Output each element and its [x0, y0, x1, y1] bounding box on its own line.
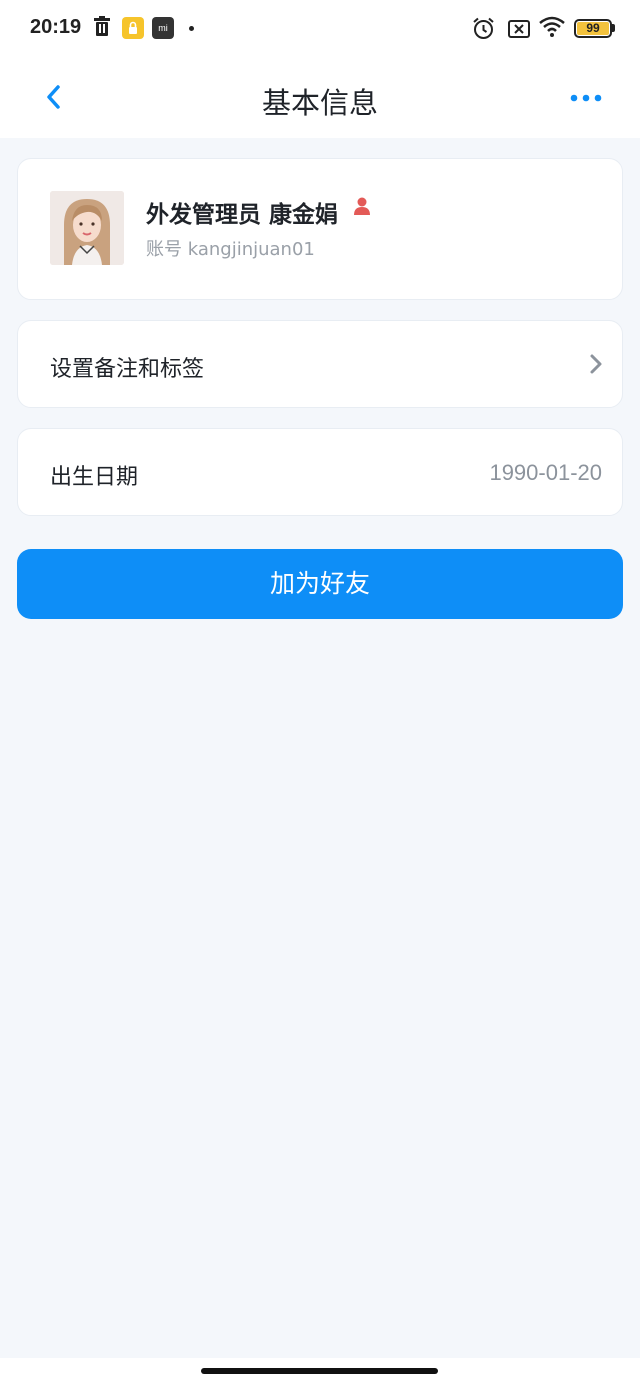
wifi-icon	[539, 16, 565, 37]
battery-icon: 99	[574, 19, 612, 38]
nav-bar: 基本信息	[0, 58, 640, 138]
trash-icon	[94, 16, 110, 36]
alarm-icon	[473, 17, 494, 39]
profile-name: 外发管理员 康金娟	[146, 202, 339, 228]
person-icon	[354, 197, 370, 215]
status-bar: 20:19 mi 99	[0, 0, 640, 58]
battery-level: 99	[577, 22, 609, 35]
no-sim-icon	[508, 20, 530, 38]
avatar[interactable]	[50, 191, 124, 265]
home-indicator[interactable]	[201, 1368, 438, 1374]
chevron-right-icon	[590, 354, 602, 374]
page-title: 基本信息	[261, 86, 378, 120]
remark-tags-row[interactable]: 设置备注和标签	[17, 320, 623, 408]
notification-dot-icon	[189, 26, 194, 31]
mi-app-icon: mi	[152, 17, 174, 39]
birthday-row: 出生日期 1990-01-20	[17, 428, 623, 516]
birthday-value: 1990-01-20	[489, 460, 602, 485]
add-friend-button[interactable]: 加为好友	[17, 549, 623, 619]
status-time: 20:19	[30, 16, 82, 38]
lock-app-icon	[122, 17, 144, 39]
birthday-label: 出生日期	[50, 465, 139, 490]
battery-tip	[612, 24, 615, 32]
profile-card[interactable]: 外发管理员 康金娟 账号 kangjinjuan01	[17, 158, 623, 300]
remark-tags-label: 设置备注和标签	[50, 357, 205, 382]
profile-account: 账号 kangjinjuan01	[146, 239, 315, 260]
more-dots-icon[interactable]	[566, 86, 606, 110]
